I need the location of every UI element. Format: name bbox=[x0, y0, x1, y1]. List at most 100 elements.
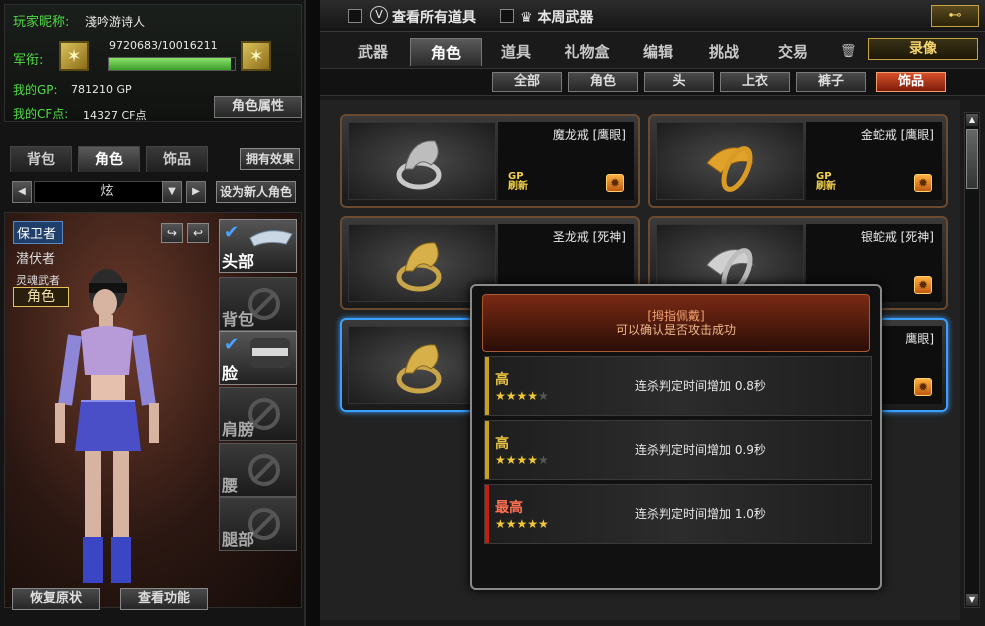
tab-trade[interactable]: 交易 bbox=[758, 38, 828, 66]
record-button[interactable]: 录像 bbox=[868, 38, 978, 60]
tab-character[interactable]: 角色 bbox=[78, 146, 140, 172]
view-function-button[interactable]: 查看功能 bbox=[120, 588, 208, 610]
next-rank-badge-icon: ✶ bbox=[241, 41, 271, 71]
item-name: 银蛇戒 [死神] bbox=[860, 230, 934, 244]
slot-head-label: 头部 bbox=[222, 252, 255, 271]
tooltip-header: [拇指佩戴] 可以确认是否攻击成功 bbox=[482, 294, 870, 352]
item-image bbox=[656, 122, 804, 200]
rotate-right-icon[interactable]: ↩ bbox=[187, 223, 209, 243]
attribute-description: 连杀判定时间增加 0.9秒 bbox=[635, 443, 766, 457]
item-info: 魔龙戒 [鹰眼] GP 刷新 ✹ bbox=[498, 122, 634, 200]
xp-progress-fill bbox=[109, 58, 232, 70]
subtab-all[interactable]: 全部 bbox=[492, 72, 562, 92]
attribute-grade: 高 bbox=[495, 436, 509, 452]
item-image bbox=[348, 122, 496, 200]
owned-effects-button[interactable]: 拥有效果 bbox=[240, 148, 300, 170]
attribute-row: 高 ★★★★★ 连杀判定时间增加 0.9秒 bbox=[484, 420, 872, 480]
scroll-thumb[interactable] bbox=[966, 129, 978, 189]
slot-shoulder-label: 肩膀 bbox=[222, 420, 255, 439]
gp-refresh-badge: GP 刷新 bbox=[816, 171, 836, 192]
character-preview-stage: 保卫者 潜伏者 灵魂武者 角色 ↪ ↩ ✔ 头部 背包 ✔ 脸 肩膀 腰 腿部 bbox=[4, 212, 302, 608]
character-selector[interactable]: 炫 bbox=[34, 181, 180, 203]
tab-props[interactable]: 道具 bbox=[484, 38, 548, 66]
slot-head[interactable]: ✔ 头部 bbox=[219, 219, 297, 273]
character-selector-value: 炫 bbox=[100, 184, 114, 199]
slot-waist[interactable]: 腰 bbox=[219, 443, 297, 497]
nickname-label: 玩家昵称: bbox=[13, 15, 70, 30]
character-dropdown-icon[interactable]: ▼ bbox=[162, 181, 182, 203]
gp-value: 781210 GP bbox=[71, 83, 132, 96]
gear-icon[interactable]: ✹ bbox=[606, 174, 624, 192]
grade-bar bbox=[485, 485, 489, 543]
v-badge-icon: V bbox=[370, 6, 388, 24]
star-rating: ★★★★★ bbox=[495, 453, 549, 467]
tab-challenge[interactable]: 挑战 bbox=[692, 38, 756, 66]
restore-default-button[interactable]: 恢复原状 bbox=[12, 588, 100, 610]
helmet-item-icon bbox=[249, 230, 293, 247]
tab-character-main[interactable]: 角色 bbox=[410, 38, 482, 66]
item-card[interactable]: 金蛇戒 [鹰眼] GP 刷新 ✹ bbox=[648, 114, 948, 208]
trash-icon[interactable]: 🗑 bbox=[840, 44, 857, 60]
slot-face-label: 脸 bbox=[222, 364, 239, 383]
slot-waist-label: 腰 bbox=[222, 476, 239, 495]
cf-value: 14327 CF点 bbox=[83, 109, 147, 122]
next-character-button[interactable]: ▶ bbox=[186, 181, 206, 203]
view-all-items-label: 查看所有道具 bbox=[392, 10, 476, 26]
attribute-description: 连杀判定时间增加 0.8秒 bbox=[635, 379, 766, 393]
view-all-checkbox[interactable] bbox=[348, 9, 362, 23]
subtab-character[interactable]: 角色 bbox=[568, 72, 638, 92]
grade-bar bbox=[485, 357, 489, 415]
top-bar: V 查看所有道具 ♛ 本周武器 ⊷ bbox=[320, 0, 985, 32]
slot-shoulder[interactable]: 肩膀 bbox=[219, 387, 297, 441]
gear-icon[interactable]: ✹ bbox=[914, 276, 932, 294]
tab-accessories[interactable]: 饰品 bbox=[146, 146, 208, 172]
grade-bar bbox=[485, 421, 489, 479]
sub-tab-bar: 全部 角色 头 上衣 裤子 饰品 bbox=[320, 68, 985, 96]
character-attributes-button[interactable]: 角色属性 bbox=[214, 96, 302, 118]
tab-edit[interactable]: 编辑 bbox=[626, 38, 690, 66]
equipped-check-icon: ✔ bbox=[224, 334, 240, 355]
item-card[interactable]: 魔龙戒 [鹰眼] GP 刷新 ✹ bbox=[340, 114, 640, 208]
character-model bbox=[55, 269, 159, 583]
prev-character-button[interactable]: ◀ bbox=[12, 181, 32, 203]
item-info: 金蛇戒 [鹰眼] GP 刷新 ✹ bbox=[806, 122, 942, 200]
attribute-row: 高 ★★★★★ 连杀判定时间增加 0.8秒 bbox=[484, 356, 872, 416]
star-rating: ★★★★★ bbox=[495, 389, 549, 403]
tab-weapons[interactable]: 武器 bbox=[338, 38, 408, 66]
subtab-top[interactable]: 上衣 bbox=[720, 72, 790, 92]
rotate-left-icon[interactable]: ↪ bbox=[161, 223, 183, 243]
item-scrollbar[interactable]: ▲ ▼ bbox=[964, 112, 980, 608]
rank-label: 军衔: bbox=[13, 53, 44, 68]
equipped-check-icon: ✔ bbox=[224, 222, 240, 243]
subtab-pants[interactable]: 裤子 bbox=[796, 72, 866, 92]
subtab-accessories[interactable]: 饰品 bbox=[876, 72, 946, 92]
gp-refresh-badge: GP 刷新 bbox=[508, 171, 528, 192]
attribute-description: 连杀判定时间增加 1.0秒 bbox=[635, 507, 766, 521]
weekly-weapon-text: 本周武器 bbox=[537, 10, 594, 26]
item-name: 鹰眼] bbox=[905, 332, 934, 346]
item-name: 圣龙戒 [死神] bbox=[552, 230, 626, 244]
slot-face[interactable]: ✔ 脸 bbox=[219, 331, 297, 385]
set-newbie-character-button[interactable]: 设为新人角色 bbox=[216, 181, 296, 203]
gold-dragon-ring-icon bbox=[396, 242, 442, 292]
key-icon[interactable]: ⊷ bbox=[931, 5, 979, 27]
item-name: 金蛇戒 [鹰眼] bbox=[860, 128, 934, 142]
tab-gift-box[interactable]: 礼物盒 bbox=[550, 38, 624, 66]
item-tooltip-popup: [拇指佩戴] 可以确认是否攻击成功 高 ★★★★★ 连杀判定时间增加 0.8秒 … bbox=[470, 284, 882, 590]
gear-icon[interactable]: ✹ bbox=[914, 174, 932, 192]
cf-label: 我的CF点: bbox=[13, 107, 69, 121]
slot-legs[interactable]: 腿部 bbox=[219, 497, 297, 551]
weekly-weapon-checkbox[interactable] bbox=[500, 9, 514, 23]
scroll-up-icon[interactable]: ▲ bbox=[966, 114, 978, 126]
xp-progress-bar bbox=[108, 57, 236, 71]
left-panel: 玩家昵称: 淺吟游诗人 军衔: ✶ 9720683/10016211 ✶ 我的G… bbox=[0, 0, 306, 626]
tab-backpack[interactable]: 背包 bbox=[10, 146, 72, 172]
class-item-defender[interactable]: 保卫者 bbox=[13, 221, 63, 244]
slot-backpack[interactable]: 背包 bbox=[219, 277, 297, 331]
main-tab-bar: 武器 角色 道具 礼物盒 编辑 挑战 交易 bbox=[338, 38, 858, 66]
gold-snake-ring-icon bbox=[706, 146, 755, 192]
subtab-head[interactable]: 头 bbox=[644, 72, 714, 92]
gear-icon[interactable]: ✹ bbox=[914, 378, 932, 396]
scroll-down-icon[interactable]: ▼ bbox=[966, 594, 978, 606]
weekly-weapon-label: ♛ 本周武器 bbox=[520, 10, 594, 26]
